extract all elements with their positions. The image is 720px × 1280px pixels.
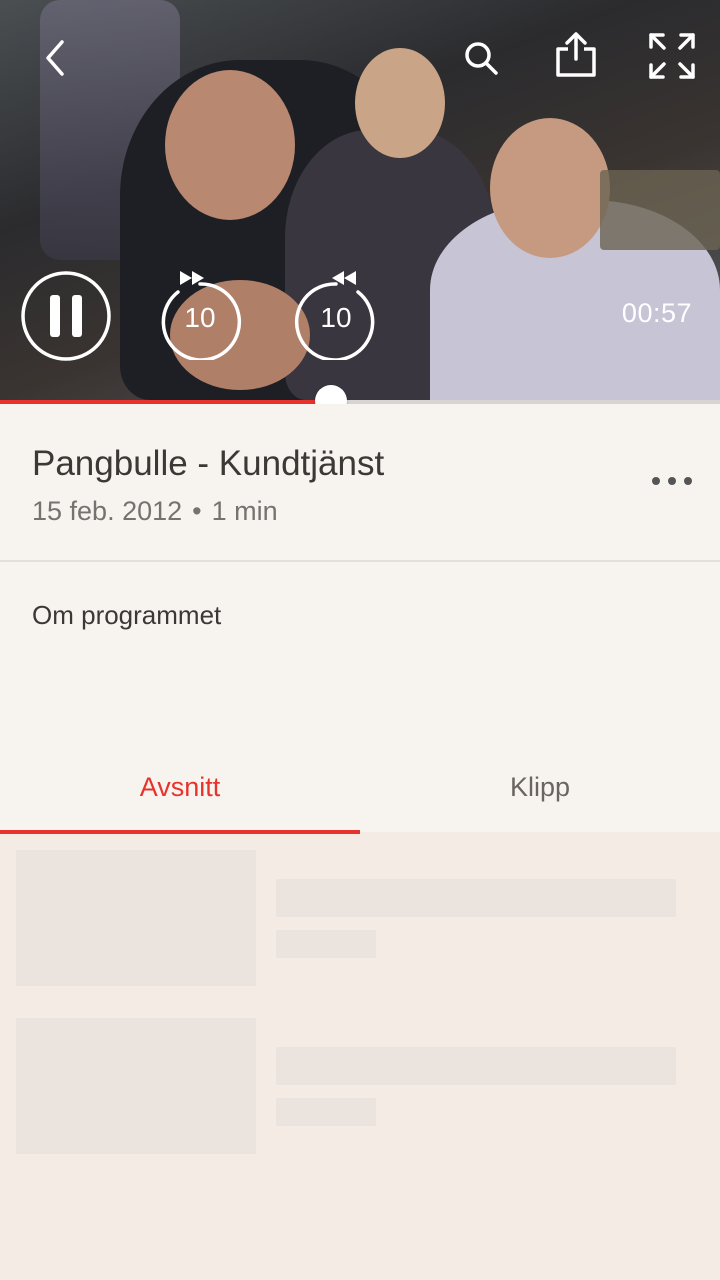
search-button[interactable] [456, 34, 506, 82]
thumbnail-placeholder [16, 1018, 256, 1154]
share-icon [556, 32, 596, 77]
more-horizontal-icon-dot [668, 477, 676, 485]
rewind-seconds-label: 10 [184, 302, 216, 333]
fullscreen-button[interactable] [644, 28, 700, 84]
thumbnail-placeholder [16, 850, 256, 986]
time-remaining: 00:57 [621, 298, 692, 328]
share-button[interactable] [548, 28, 604, 82]
meta-placeholder [276, 930, 376, 958]
meta-separator: • [192, 496, 202, 526]
program-duration: 1 min [211, 496, 278, 526]
about-program-link[interactable]: Om programmet [32, 600, 221, 631]
program-title: Pangbulle - Kundtjänst [32, 444, 385, 483]
rewind-button[interactable]: 10 [156, 264, 244, 360]
program-date: 15 feb. 2012 [32, 496, 183, 526]
pause-button[interactable] [20, 270, 112, 362]
program-info: Pangbulle - Kundtjänst 15 feb. 2012 • 1 mi… [0, 404, 720, 834]
title-placeholder [276, 879, 676, 917]
pause-icon [21, 271, 111, 361]
back-button[interactable] [32, 34, 80, 82]
search-icon [465, 42, 498, 75]
chevron-left-icon [46, 40, 64, 76]
forward-seconds-label: 10 [320, 302, 352, 333]
forward-button[interactable]: 10 [292, 264, 380, 360]
tab-avsnitt[interactable]: Avsnitt [0, 744, 360, 836]
more-options-button[interactable] [652, 466, 692, 496]
program-meta: 15 feb. 2012 • 1 min [32, 496, 278, 527]
title-placeholder [276, 1047, 676, 1085]
divider [0, 560, 720, 562]
more-horizontal-icon-dot [684, 477, 692, 485]
video-player[interactable]: 10 10 00:57 [0, 0, 720, 402]
fullscreen-icon [649, 33, 695, 79]
episode-list [0, 834, 720, 1280]
tab-bar: Avsnitt Klipp [0, 744, 720, 836]
tab-klipp[interactable]: Klipp [360, 744, 720, 836]
meta-placeholder [276, 1098, 376, 1126]
more-horizontal-icon-dot [652, 477, 660, 485]
